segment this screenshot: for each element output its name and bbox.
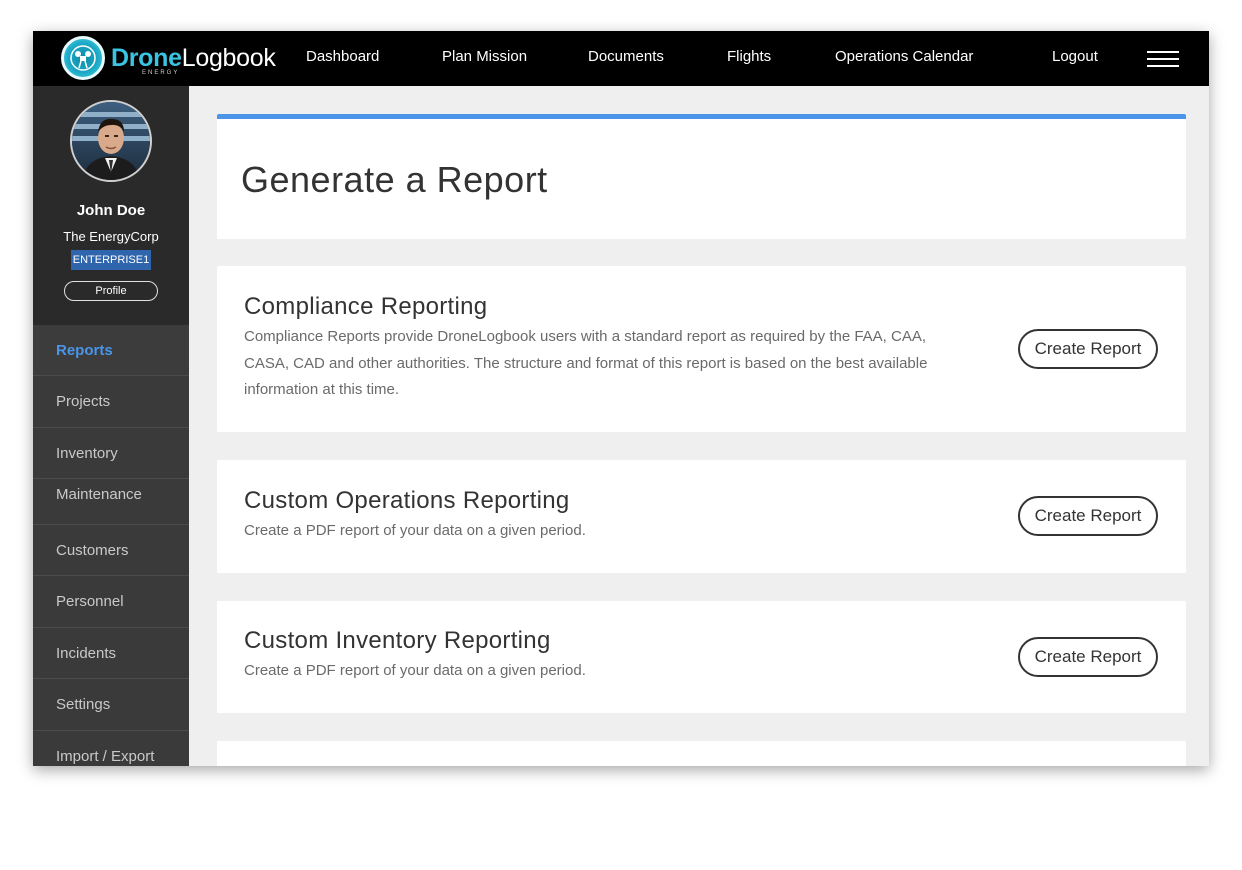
app-window: DroneLogbook ENERGY Dashboard Plan Missi… [33, 31, 1209, 766]
report-card-title: Custom Inventory Reporting [244, 627, 551, 654]
report-card-partial [217, 741, 1186, 766]
report-card-compliance: Compliance Reporting Compliance Reports … [217, 266, 1186, 432]
user-avatar[interactable] [70, 100, 152, 182]
sidebar-item-customers[interactable]: Customers [33, 525, 189, 576]
sidebar-item-maintenance[interactable]: Maintenance [33, 479, 189, 525]
profile-button[interactable]: Profile [64, 281, 158, 301]
logo-drone-text: Drone [111, 43, 182, 72]
page-title: Generate a Report [241, 159, 548, 200]
logo-subtitle: ENERGY [142, 69, 180, 76]
create-compliance-report-button[interactable]: Create Report [1018, 329, 1158, 369]
top-navbar: DroneLogbook ENERGY Dashboard Plan Missi… [33, 31, 1209, 86]
create-inventory-report-button[interactable]: Create Report [1018, 637, 1158, 677]
sidebar-item-projects[interactable]: Projects [33, 376, 189, 428]
main-content: Generate a Report Compliance Reporting C… [189, 86, 1209, 766]
sidebar-item-import-export[interactable]: Import / Export [33, 731, 189, 766]
hamburger-menu-icon[interactable] [1147, 51, 1179, 67]
nav-operations-calendar[interactable]: Operations Calendar [835, 48, 973, 65]
report-card-operations: Custom Operations Reporting Create a PDF… [217, 460, 1186, 573]
sidebar-item-incidents[interactable]: Incidents [33, 628, 189, 679]
create-operations-report-button[interactable]: Create Report [1018, 496, 1158, 536]
logo-logbook-text: Logbook [181, 43, 276, 72]
user-name: John Doe [76, 202, 146, 219]
nav-documents[interactable]: Documents [588, 48, 664, 65]
drone-logo-icon [61, 36, 105, 80]
page-header-card: Generate a Report [217, 114, 1186, 239]
user-organization: The EnergyCorp [63, 229, 159, 244]
sidebar-item-reports[interactable]: Reports [33, 325, 189, 376]
nav-logout[interactable]: Logout [1052, 48, 1098, 65]
sidebar-item-inventory[interactable]: Inventory [33, 428, 189, 479]
nav-dashboard[interactable]: Dashboard [306, 48, 379, 65]
report-card-description: Create a PDF report of your data on a gi… [244, 662, 586, 679]
report-card-description: Create a PDF report of your data on a gi… [244, 522, 586, 539]
logo-wordmark: DroneLogbook ENERGY [111, 43, 276, 76]
nav-flights[interactable]: Flights [727, 48, 771, 65]
sidebar: John Doe The EnergyCorp ENTERPRISE1 Prof… [33, 86, 189, 766]
report-card-title: Custom Operations Reporting [244, 487, 570, 514]
report-card-description: Compliance Reports provide DroneLogbook … [244, 328, 928, 398]
plan-badge: ENTERPRISE1 [71, 250, 151, 270]
report-card-title: Compliance Reporting [244, 293, 488, 320]
nav-plan-mission[interactable]: Plan Mission [442, 48, 527, 65]
dronelogbook-logo[interactable]: DroneLogbook ENERGY [61, 35, 276, 81]
report-card-inventory: Custom Inventory Reporting Create a PDF … [217, 601, 1186, 713]
sidebar-item-personnel[interactable]: Personnel [33, 576, 189, 628]
user-profile-panel: John Doe The EnergyCorp ENTERPRISE1 Prof… [33, 86, 189, 325]
sidebar-item-settings[interactable]: Settings [33, 679, 189, 731]
